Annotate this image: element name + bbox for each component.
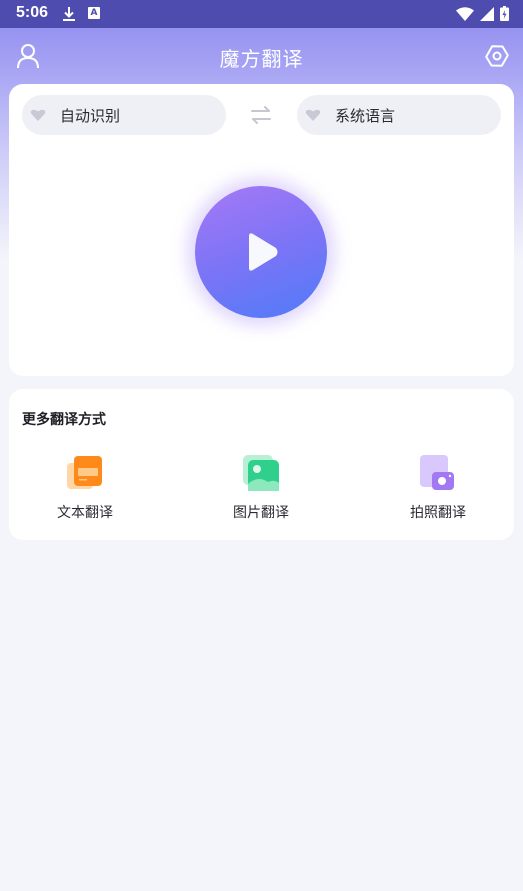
text-translate-label: 文本翻译 <box>57 505 113 521</box>
more-methods-title: 更多翻译方式 <box>22 412 106 428</box>
swap-languages-icon[interactable] <box>249 104 273 126</box>
image-translate-label: 图片翻译 <box>233 505 289 521</box>
text-translate-icon <box>67 456 102 489</box>
source-language-selector[interactable]: 自动识别 <box>22 95 226 135</box>
settings-icon[interactable] <box>485 43 509 69</box>
target-language-label: 系统语言 <box>335 106 396 125</box>
image-translate-icon <box>243 455 279 491</box>
camera-translate-button[interactable]: 拍照翻译 <box>378 453 498 522</box>
status-bar: 5:06 A <box>0 0 523 28</box>
battery-icon <box>500 6 509 21</box>
heart-icon <box>30 109 46 121</box>
target-language-selector[interactable]: 系统语言 <box>297 95 501 135</box>
wifi-icon <box>456 6 474 21</box>
voice-translate-button[interactable] <box>195 186 327 318</box>
image-translate-button[interactable]: 图片翻译 <box>201 453 321 522</box>
translate-card: 自动识别 系统语言 <box>9 84 514 376</box>
page-title: 魔方翻译 <box>219 47 304 71</box>
heart-icon <box>305 109 321 121</box>
text-translate-button[interactable]: 文本翻译 <box>25 453 145 522</box>
camera-translate-label: 拍照翻译 <box>410 505 466 521</box>
camera-translate-icon <box>420 455 454 490</box>
keyboard-icon: A <box>88 7 100 19</box>
status-icons <box>456 6 509 21</box>
app-header: 魔方翻译 <box>0 28 523 84</box>
play-icon <box>249 233 278 271</box>
signal-icon <box>480 6 494 21</box>
more-methods-card: 更多翻译方式 文本翻译 图片翻译 拍照翻译 <box>9 389 514 540</box>
status-time: 5:06 <box>16 4 49 21</box>
source-language-label: 自动识别 <box>60 106 121 125</box>
download-icon <box>63 7 75 21</box>
